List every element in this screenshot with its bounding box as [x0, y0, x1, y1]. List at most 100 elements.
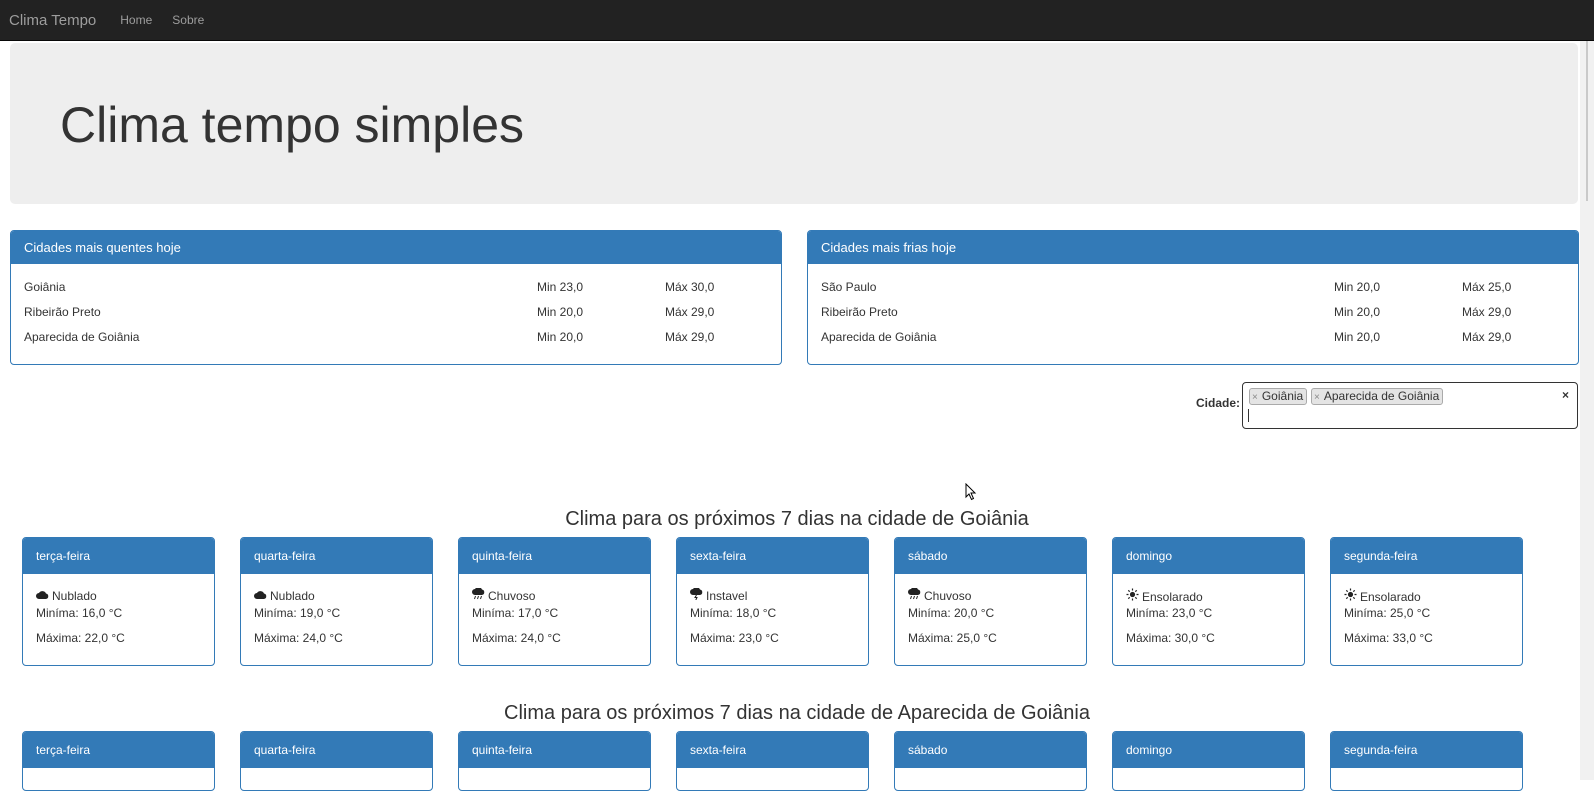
- remove-tag-icon[interactable]: ×: [1252, 392, 1258, 403]
- tag-label: Goiânia: [1261, 389, 1304, 403]
- min-temp: Min 20,0: [537, 329, 584, 344]
- scrollbar[interactable]: [1580, 41, 1594, 780]
- navbar: Clima Tempo Home Sobre: [0, 0, 1594, 41]
- day-name: segunda-feira: [1331, 732, 1522, 768]
- city-name: São Paulo: [821, 279, 877, 294]
- condition-text: Nublado: [270, 589, 315, 603]
- cloud-icon: [254, 588, 268, 605]
- min-temp: Min 20,0: [1334, 304, 1381, 319]
- rain-icon: [472, 587, 486, 605]
- list-item: São Paulo Min 20,0 Máx 25,0: [821, 274, 1565, 299]
- city-multiselect[interactable]: × Goiânia × Aparecida de Goiânia ×: [1242, 382, 1578, 429]
- search-input-caret[interactable]: [1248, 409, 1249, 422]
- day-name: quinta-feira: [459, 538, 650, 574]
- day-forecast-card: terça-feira Nublado Miníma: 16,0 °C Máxima:…: [22, 537, 215, 666]
- condition-text: Instavel: [706, 589, 748, 603]
- min-temp: Miníma: 16,0 °C: [36, 606, 123, 620]
- forecast-title: Clima para os próximos 7 dias na cidade …: [504, 702, 1090, 724]
- max-temp: Máx 30,0: [665, 279, 715, 294]
- city-name: Aparecida de Goiânia: [821, 329, 937, 344]
- nav-home[interactable]: Home: [120, 13, 152, 27]
- max-temp: Máxima: 24,0 °C: [472, 631, 561, 645]
- condition-text: Chuvoso: [924, 589, 972, 603]
- max-temp: Máxima: 30,0 °C: [1126, 631, 1215, 645]
- day-name: domingo: [1113, 538, 1304, 574]
- min-temp: Miníma: 23,0 °C: [1126, 606, 1213, 620]
- day-name: sábado: [895, 732, 1086, 768]
- list-item: Ribeirão Preto Min 20,0 Máx 29,0: [24, 299, 768, 324]
- day-forecast-card: domingo Ensolarado Miníma: 23,0 °C Máxima: …: [1112, 537, 1305, 666]
- min-temp: Miníma: 17,0 °C: [472, 606, 559, 620]
- city-name: Ribeirão Preto: [821, 304, 898, 319]
- condition-text: Chuvoso: [488, 589, 536, 603]
- nav-sobre[interactable]: Sobre: [172, 13, 204, 27]
- day-name: sexta-feira: [677, 538, 868, 574]
- city-name: Aparecida de Goiânia: [24, 329, 140, 344]
- day-forecast-card: quinta-feira: [458, 731, 651, 791]
- panel-heading: Cidades mais quentes hoje: [11, 231, 781, 264]
- min-temp: Miníma: 20,0 °C: [908, 606, 995, 620]
- list-item: Goiânia Min 23,0 Máx 30,0: [24, 274, 768, 299]
- day-forecast-card: segunda-feira Ensolarado Miníma: 25,0 °C Má…: [1330, 537, 1523, 666]
- day-forecast-card: sábado: [894, 731, 1087, 791]
- remove-tag-icon[interactable]: ×: [1314, 392, 1320, 403]
- brand-link[interactable]: Clima Tempo: [9, 12, 96, 29]
- city-name: Goiânia: [24, 279, 66, 294]
- hottest-cities-panel: Cidades mais quentes hoje Goiânia Min 23…: [10, 230, 782, 365]
- min-temp: Miníma: 25,0 °C: [1344, 606, 1431, 620]
- day-forecast-card: sexta-feira Instavel Miníma: 18,0 °C Máxima…: [676, 537, 869, 666]
- day-forecast-card: quinta-feira Chuvoso Miníma: 17,0 °C Máxima…: [458, 537, 651, 666]
- day-name: quinta-feira: [459, 732, 650, 768]
- min-temp: Min 23,0: [537, 279, 584, 294]
- list-item: Aparecida de Goiânia Min 20,0 Máx 29,0: [821, 324, 1565, 349]
- rain-icon: [908, 587, 922, 605]
- coldest-cities-panel: Cidades mais frias hoje São Paulo Min 20…: [807, 230, 1579, 365]
- condition-text: Ensolarado: [1360, 590, 1421, 604]
- day-forecast-card: domingo: [1112, 731, 1305, 791]
- clear-all-icon[interactable]: ×: [1562, 388, 1569, 402]
- scrollbar-thumb[interactable]: [1586, 41, 1588, 201]
- day-forecast-card: sexta-feira: [676, 731, 869, 791]
- min-temp: Min 20,0: [1334, 279, 1381, 294]
- day-name: quarta-feira: [241, 732, 432, 768]
- max-temp: Máxima: 33,0 °C: [1344, 631, 1433, 645]
- day-name: terça-feira: [23, 732, 214, 768]
- city-name: Ribeirão Preto: [24, 304, 101, 319]
- day-name: terça-feira: [23, 538, 214, 574]
- min-temp: Min 20,0: [1334, 329, 1381, 344]
- day-name: domingo: [1113, 732, 1304, 768]
- day-forecast-card: quarta-feira: [240, 731, 433, 791]
- day-name: segunda-feira: [1331, 538, 1522, 574]
- day-name: quarta-feira: [241, 538, 432, 574]
- forecast-title: Clima para os próximos 7 dias na cidade …: [565, 508, 1029, 530]
- city-select-label: Cidade:: [1196, 396, 1241, 410]
- max-temp: Máx 29,0: [1462, 304, 1512, 319]
- panel-heading: Cidades mais frias hoje: [808, 231, 1578, 264]
- jumbotron: Clima tempo simples: [10, 43, 1578, 204]
- condition-text: Ensolarado: [1142, 590, 1203, 604]
- mouse-pointer-icon: [965, 483, 977, 501]
- max-temp: Máxima: 25,0 °C: [908, 631, 997, 645]
- storm-icon: [690, 587, 704, 605]
- day-forecast-card: sábado Chuvoso Miníma: 20,0 °C Máxima: 25,0…: [894, 537, 1087, 666]
- day-forecast-card: segunda-feira: [1330, 731, 1523, 791]
- sun-icon: [1126, 588, 1140, 606]
- day-name: sábado: [895, 538, 1086, 574]
- tag-label: Aparecida de Goiânia: [1323, 389, 1440, 403]
- max-temp: Máx 29,0: [665, 329, 715, 344]
- max-temp: Máx 29,0: [665, 304, 715, 319]
- condition-text: Nublado: [52, 589, 97, 603]
- max-temp: Máxima: 23,0 °C: [690, 631, 779, 645]
- min-temp: Miníma: 18,0 °C: [690, 606, 777, 620]
- cloud-icon: [36, 588, 50, 605]
- day-name: sexta-feira: [677, 732, 868, 768]
- day-forecast-card: quarta-feira Nublado Miníma: 19,0 °C Máxima…: [240, 537, 433, 666]
- sun-icon: [1344, 588, 1358, 606]
- selected-city-tag: × Goiânia: [1249, 388, 1308, 405]
- list-item: Ribeirão Preto Min 20,0 Máx 29,0: [821, 299, 1565, 324]
- max-temp: Máx 25,0: [1462, 279, 1512, 294]
- min-temp: Min 20,0: [537, 304, 584, 319]
- max-temp: Máx 29,0: [1462, 329, 1512, 344]
- page-title: Clima tempo simples: [60, 97, 525, 153]
- selected-city-tag: × Aparecida de Goiânia: [1311, 388, 1444, 405]
